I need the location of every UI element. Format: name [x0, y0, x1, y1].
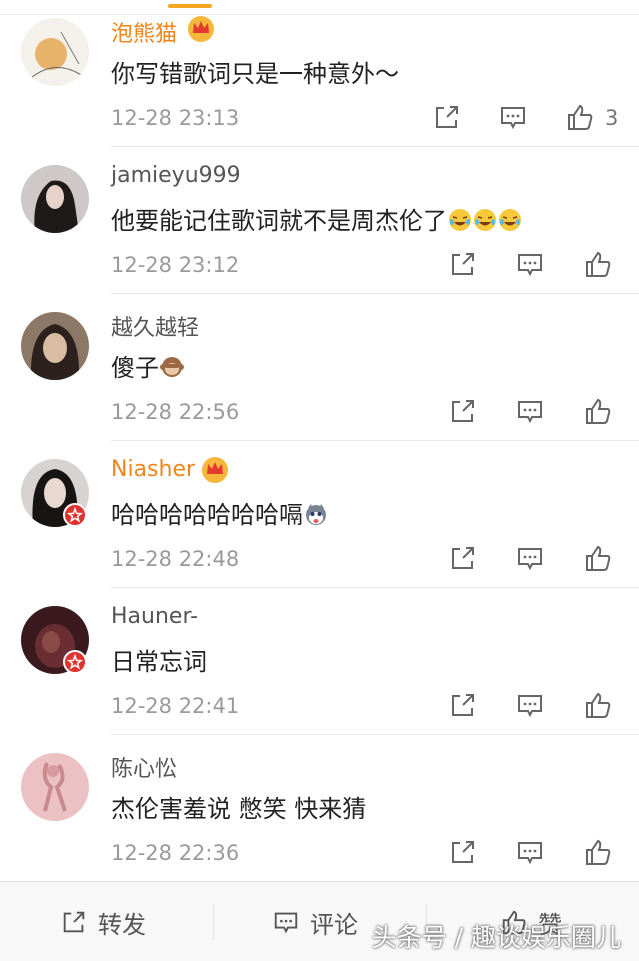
bar-separator	[213, 904, 214, 940]
laugh-cry-emoji-icon	[473, 208, 497, 232]
comment-icon[interactable]	[515, 837, 545, 867]
comment-item: Niasher 哈哈哈哈哈哈哈嗝 12-28 22:48	[0, 441, 639, 588]
comment-icon[interactable]	[515, 690, 545, 720]
comment-text: 傻子	[111, 348, 184, 383]
comment-icon[interactable]	[515, 543, 545, 573]
username[interactable]: jamieyu999	[111, 163, 241, 188]
like-icon[interactable]	[583, 543, 613, 573]
timestamp: 12-28 23:12	[111, 253, 240, 277]
verified-badge-icon	[63, 503, 87, 527]
comment-icon	[274, 912, 298, 934]
timestamp: 12-28 22:36	[111, 841, 240, 865]
repost-label: 转发	[98, 910, 146, 939]
username[interactable]: Hauner-	[111, 604, 198, 629]
comment-text: 哈哈哈哈哈哈哈嗝	[111, 495, 328, 530]
avatar[interactable]	[21, 312, 89, 380]
avatar[interactable]	[21, 165, 89, 233]
comment-text: 他要能记住歌词就不是周杰伦了	[111, 201, 522, 236]
verified-badge-icon	[63, 650, 87, 674]
share-icon[interactable]	[448, 543, 478, 573]
comment-item: jamieyu999 他要能记住歌词就不是周杰伦了 12-28 23:12	[0, 147, 639, 294]
comment-item: 越久越轻 傻子 12-28 22:56	[0, 294, 639, 441]
monkey-emoji-icon	[160, 355, 184, 379]
comment-icon[interactable]	[515, 249, 545, 279]
avatar[interactable]	[21, 753, 89, 821]
comment-label: 评论	[310, 910, 358, 939]
comment-text: 日常忘词	[111, 648, 207, 676]
comment-icon[interactable]	[515, 396, 545, 426]
comment-item: 泡熊猫 你写错歌词只是一种意外～ 12-28 23:13 3	[0, 0, 639, 147]
like-icon[interactable]	[565, 102, 595, 132]
vip-crown-icon	[186, 14, 216, 42]
share-icon[interactable]	[448, 249, 478, 279]
username[interactable]: 越久越轻	[111, 310, 199, 342]
like-count: 3	[605, 106, 619, 130]
share-icon[interactable]	[448, 837, 478, 867]
laugh-cry-emoji-icon	[448, 208, 472, 232]
like-icon[interactable]	[583, 249, 613, 279]
timestamp: 12-28 22:41	[111, 694, 240, 718]
comment-item: Hauner- 日常忘词 12-28 22:41	[0, 588, 639, 735]
like-icon[interactable]	[583, 837, 613, 867]
username[interactable]: Niasher	[111, 457, 195, 482]
comment-icon[interactable]	[498, 102, 528, 132]
share-icon[interactable]	[448, 396, 478, 426]
comment-button[interactable]: 评论	[272, 906, 358, 939]
repost-icon	[63, 911, 85, 933]
share-icon[interactable]	[432, 102, 462, 132]
like-icon[interactable]	[583, 396, 613, 426]
repost-button[interactable]: 转发	[60, 906, 146, 939]
timestamp: 12-28 22:48	[111, 547, 240, 571]
laugh-cry-emoji-icon	[498, 208, 522, 232]
username[interactable]: 泡熊猫	[111, 16, 177, 48]
comment-text: 你写错歌词只是一种意外～	[111, 60, 399, 88]
avatar[interactable]	[21, 18, 89, 86]
comment-item: 陈心忪 杰伦害羞说 憋笑 快来猜 12-28 22:36	[0, 735, 639, 882]
timestamp: 12-28 23:13	[111, 106, 240, 130]
husky-emoji-icon	[304, 502, 328, 526]
vip-crown-icon	[200, 455, 230, 483]
timestamp: 12-28 22:56	[111, 400, 240, 424]
watermark: 头条号 / 趣谈娱乐圈儿	[371, 923, 621, 952]
comment-text: 杰伦害羞说 憋笑 快来猜	[111, 795, 367, 823]
username[interactable]: 陈心忪	[111, 751, 177, 783]
like-icon[interactable]	[583, 690, 613, 720]
share-icon[interactable]	[448, 690, 478, 720]
